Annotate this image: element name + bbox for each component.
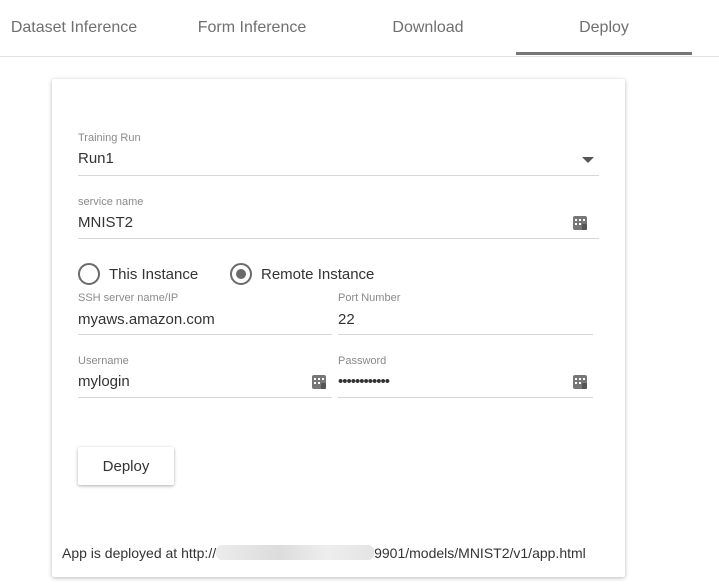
active-tab-indicator xyxy=(516,52,692,55)
tab-bar: Dataset Inference Form Inference Downloa… xyxy=(0,0,719,57)
tab-form-inference[interactable]: Form Inference xyxy=(177,0,327,56)
ssh-server-label: SSH server name/IP xyxy=(78,292,179,304)
status-suffix: 9901/models/MNIST2/v1/app.html xyxy=(374,545,586,561)
keyboard-icon[interactable] xyxy=(312,375,326,389)
status-prefix: App is deployed at http:// xyxy=(62,545,217,561)
port-input[interactable]: 22 xyxy=(338,311,355,328)
redacted-host xyxy=(216,545,375,560)
training-run-underline xyxy=(78,175,599,176)
port-underline xyxy=(338,334,593,335)
tab-deploy[interactable]: Deploy xyxy=(516,0,692,56)
tab-label: Dataset Inference xyxy=(10,19,138,36)
ssh-server-input[interactable]: myaws.amazon.com xyxy=(78,311,215,328)
keyboard-icon[interactable] xyxy=(573,216,587,230)
ssh-server-field[interactable]: SSH server name/IP myaws.amazon.com xyxy=(78,292,332,336)
service-name-field[interactable]: service name MNIST2 xyxy=(78,196,599,241)
service-name-underline xyxy=(78,238,599,239)
port-field[interactable]: Port Number 22 xyxy=(338,292,593,336)
deploy-button[interactable]: Deploy xyxy=(78,447,174,485)
radio-this-instance[interactable]: This Instance xyxy=(78,263,198,285)
password-input[interactable]: •••••••••••• xyxy=(338,373,390,390)
ssh-server-underline xyxy=(78,334,332,335)
radio-dot xyxy=(236,269,246,279)
username-underline xyxy=(78,397,332,398)
radio-label: This Instance xyxy=(109,265,199,283)
radio-circle xyxy=(230,263,252,285)
username-label: Username xyxy=(78,355,129,367)
tab-label: Deploy xyxy=(579,19,629,36)
tab-label: Download xyxy=(392,19,464,36)
deploy-card: Training Run Run1 service name MNIST2 Th… xyxy=(52,79,625,577)
chevron-down-icon[interactable] xyxy=(582,157,594,163)
keyboard-icon[interactable] xyxy=(573,375,587,389)
training-run-select[interactable]: Training Run Run1 xyxy=(78,132,599,177)
service-name-input[interactable]: MNIST2 xyxy=(78,214,133,231)
service-name-label: service name xyxy=(78,196,144,208)
tab-download[interactable]: Download xyxy=(353,0,503,56)
password-label: Password xyxy=(338,355,387,367)
password-field[interactable]: Password •••••••••••• xyxy=(338,355,593,399)
port-label: Port Number xyxy=(338,292,401,304)
radio-remote-instance[interactable]: Remote Instance xyxy=(230,263,374,285)
tab-label: Form Inference xyxy=(197,19,307,36)
tab-dataset-inference[interactable]: Dataset Inference xyxy=(0,0,148,56)
training-run-value: Run1 xyxy=(78,150,114,167)
radio-circle xyxy=(78,263,100,285)
password-underline xyxy=(338,397,593,398)
deploy-status-text: App is deployed at http:// 9901/models/MN… xyxy=(62,545,586,561)
radio-label: Remote Instance xyxy=(261,265,375,283)
username-field[interactable]: Username mylogin xyxy=(78,355,332,399)
username-input[interactable]: mylogin xyxy=(78,373,130,390)
training-run-label: Training Run xyxy=(78,132,141,144)
